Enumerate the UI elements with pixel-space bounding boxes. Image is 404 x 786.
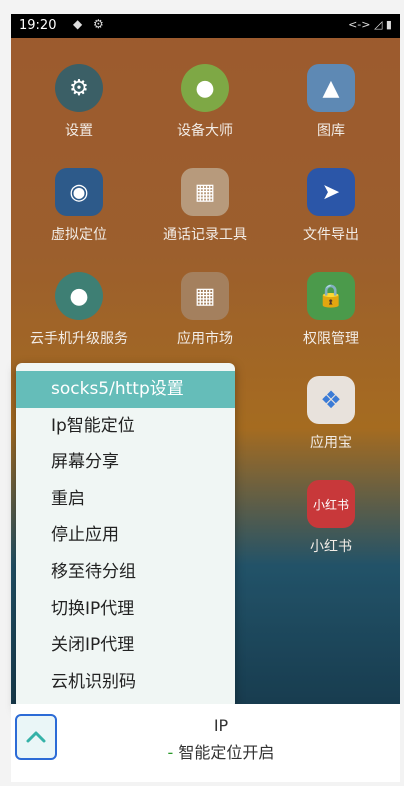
xiaohongshu-logo-text: 小红书 bbox=[312, 497, 349, 512]
menu-item-close-ip-proxy[interactable]: 关闭IP代理 bbox=[16, 627, 235, 664]
app-settings[interactable]: ⚙ 设置 bbox=[19, 64, 139, 140]
app-device-master[interactable]: ● 设备大师 bbox=[145, 64, 265, 140]
gear-icon: ⚙ bbox=[55, 64, 103, 112]
menu-item-switch-ip-proxy[interactable]: 切换IP代理 bbox=[16, 591, 235, 628]
app-label: 设置 bbox=[65, 123, 93, 139]
status-indicators: <-> ◿ ▮ bbox=[348, 18, 392, 31]
call-log-icon: ▦ bbox=[181, 168, 229, 216]
app-label: 应用市场 bbox=[177, 331, 233, 347]
app-label: 虚拟定位 bbox=[51, 227, 107, 243]
app-market-icon: ▦ bbox=[181, 272, 229, 320]
menu-item-restart[interactable]: 重启 bbox=[16, 481, 235, 518]
collapse-button[interactable] bbox=[15, 714, 57, 760]
xiaohongshu-icon: 小红书 bbox=[307, 480, 355, 528]
app-xiaohongshu[interactable]: 小红书 小红书 bbox=[271, 480, 391, 556]
file-export-icon: ➤ bbox=[307, 168, 355, 216]
gallery-icon: ▲ bbox=[307, 64, 355, 112]
yingyongbao-icon: ❖ bbox=[307, 376, 355, 424]
app-call-log-tool[interactable]: ▦ 通话记录工具 bbox=[145, 168, 265, 244]
ip-status: IP - 智能定位开启 bbox=[151, 716, 291, 763]
status-text: 智能定位开启 bbox=[178, 743, 275, 762]
status-dash: - bbox=[167, 743, 174, 762]
app-label: 权限管理 bbox=[303, 331, 359, 347]
app-label: 图库 bbox=[317, 123, 345, 139]
app-gallery[interactable]: ▲ 图库 bbox=[271, 64, 391, 140]
app-label: 应用宝 bbox=[310, 435, 352, 451]
app-label: 云手机升级服务 bbox=[30, 331, 128, 347]
status-time: 19:20 bbox=[19, 18, 57, 33]
android-icon: ● bbox=[55, 272, 103, 320]
android-icon: ● bbox=[181, 64, 229, 112]
menu-item-ip-smart-location[interactable]: Ip智能定位 bbox=[16, 408, 235, 445]
app-yingyongbao[interactable]: ❖ 应用宝 bbox=[271, 376, 391, 452]
app-label: 通话记录工具 bbox=[163, 227, 247, 243]
shield-icon: ◆ bbox=[73, 17, 83, 31]
app-file-export[interactable]: ➤ 文件导出 bbox=[271, 168, 391, 244]
app-market[interactable]: ▦ 应用市场 bbox=[145, 272, 265, 348]
app-permission[interactable]: 🔒 权限管理 bbox=[271, 272, 391, 348]
gear-icon: ⚙ bbox=[93, 17, 104, 31]
app-label: 小红书 bbox=[310, 539, 352, 555]
app-label: 文件导出 bbox=[303, 227, 359, 243]
menu-item-stop-app[interactable]: 停止应用 bbox=[16, 517, 235, 554]
ip-label: IP bbox=[213, 716, 229, 735]
menu-item-socks5-settings[interactable]: socks5/http设置 bbox=[16, 371, 235, 408]
chevron-up-icon bbox=[26, 731, 46, 743]
app-cloud-upgrade[interactable]: ● 云手机升级服务 bbox=[19, 272, 139, 348]
app-virtual-location[interactable]: ◉ 虚拟定位 bbox=[19, 168, 139, 244]
menu-item-screen-share[interactable]: 屏幕分享 bbox=[16, 444, 235, 481]
lock-icon: 🔒 bbox=[307, 272, 355, 320]
bottom-bar: IP - 智能定位开启 bbox=[11, 704, 400, 782]
menu-item-cloud-id-code[interactable]: 云机识别码 bbox=[16, 664, 235, 701]
ip-status-line: - 智能定位开启 bbox=[151, 739, 291, 763]
app-label: 设备大师 bbox=[177, 123, 233, 139]
status-bar: 19:20 ◆ ⚙ <-> ◿ ▮ bbox=[11, 14, 400, 38]
location-icon: ◉ bbox=[55, 168, 103, 216]
menu-item-move-to-ungrouped[interactable]: 移至待分组 bbox=[16, 554, 235, 591]
context-menu: socks5/http设置 Ip智能定位 屏幕分享 重启 停止应用 移至待分组 … bbox=[16, 363, 235, 709]
